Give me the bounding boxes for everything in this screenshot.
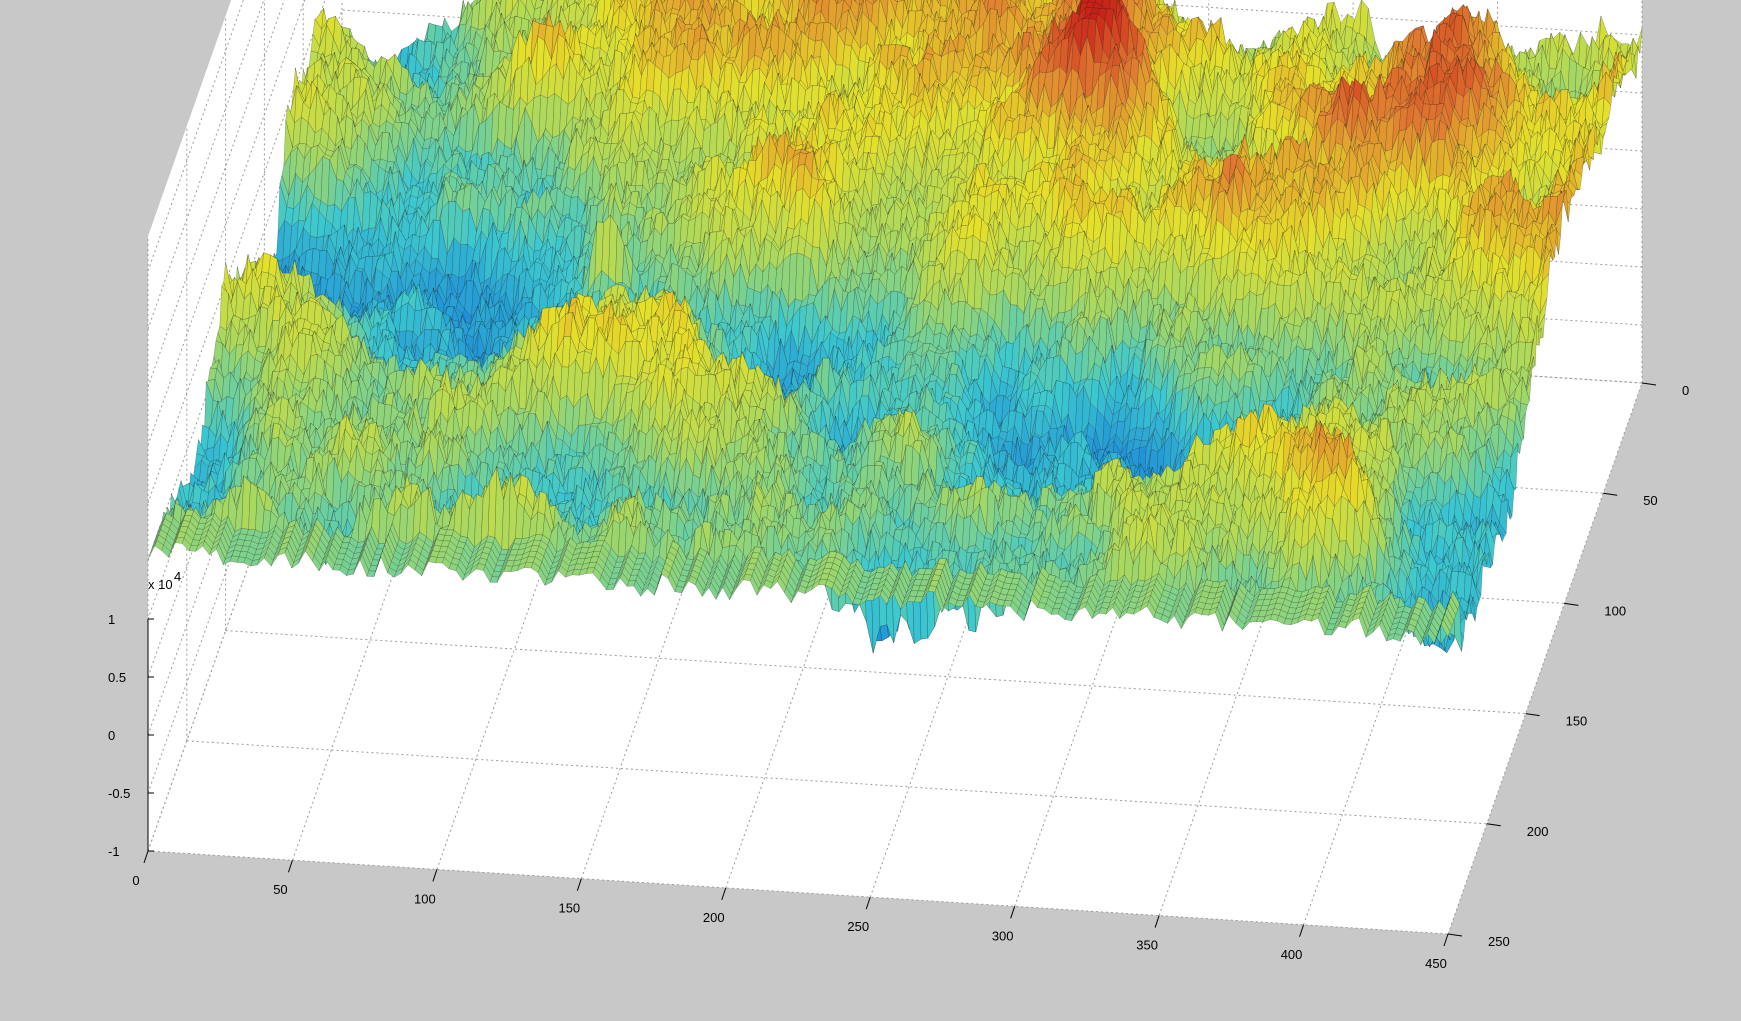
surface-plot[interactable]: 0501001502002503003504004500501001502002… <box>0 0 1741 1016</box>
figure-window: 0501001502002503003504004500501001502002… <box>0 0 1741 1016</box>
surface <box>148 0 1642 653</box>
